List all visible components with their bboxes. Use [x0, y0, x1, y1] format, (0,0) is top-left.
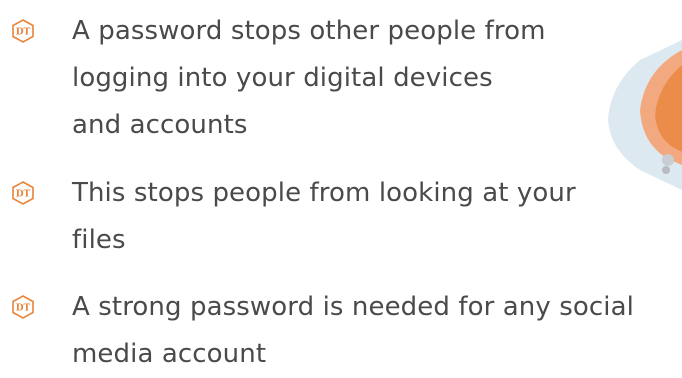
dt-hexagon-icon: DT [12, 181, 34, 205]
bullet-line: media account [72, 339, 267, 369]
bullet-text-3: A strong password is needed for any soci… [72, 284, 634, 378]
bullet-text-2: This stops people from looking at your f… [72, 170, 576, 264]
decorative-illustration [600, 40, 682, 190]
bullet-line: A password stops other people from [72, 16, 546, 46]
dt-hexagon-icon: DT [12, 19, 34, 43]
bullet-line: logging into your digital devices [72, 63, 493, 93]
bullet-text-1: A password stops other people from loggi… [72, 8, 546, 149]
dt-hexagon-label: DT [16, 190, 31, 200]
dt-hexagon-icon: DT [12, 295, 34, 319]
dt-hexagon-label: DT [16, 304, 31, 314]
bullet-line: and accounts [72, 110, 248, 140]
bullet-line: files [72, 225, 126, 255]
dt-hexagon-label: DT [16, 28, 31, 38]
bullet-line: A strong password is needed for any soci… [72, 292, 634, 322]
bullet-line: This stops people from looking at your [72, 178, 576, 208]
